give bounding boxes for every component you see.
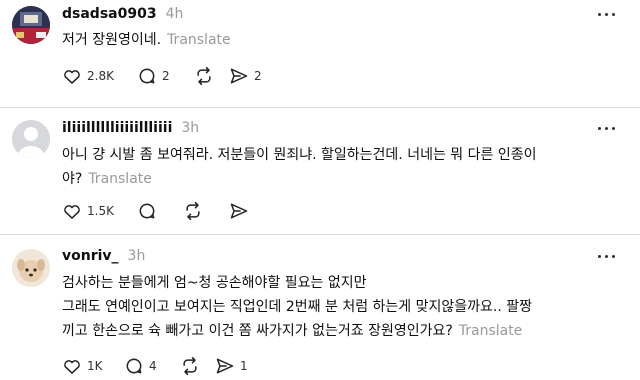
heart-icon — [64, 205, 80, 219]
timestamp: 4h — [165, 6, 184, 22]
repost-button[interactable] — [183, 200, 203, 222]
share-send-icon — [230, 68, 248, 84]
avatar[interactable] — [12, 6, 50, 44]
comment-bubble-icon — [139, 203, 155, 219]
username[interactable]: dsadsa0903 — [62, 6, 157, 22]
like-button[interactable]: 2.8K — [62, 65, 114, 87]
repost-icon — [186, 201, 200, 221]
post-header: dsadsa0903 4h — [62, 6, 183, 22]
share-button[interactable]: 2 — [229, 65, 262, 87]
timestamp: 3h — [127, 248, 146, 264]
post-text-line: 끼고 한손으로 슉 빼가고 이건 쫌 싸가지가 없는거죠 장원영인가요? — [62, 323, 453, 339]
post-text-line: 그래도 연예인이고 보여지는 직업인데 2번째 분 처럼 하는게 맞지않을까요.… — [62, 299, 533, 315]
more-options-icon[interactable] — [598, 124, 618, 134]
post-item: dsadsa0903 4h 저거 장원영이네. Translate 2.8K 2 2 — [0, 0, 640, 110]
share-count: 2 — [254, 69, 262, 83]
comment-button[interactable]: 4 — [124, 355, 157, 377]
username[interactable]: vonriv_ — [62, 248, 119, 264]
share-button[interactable] — [229, 200, 249, 222]
comment-bubble-icon — [139, 68, 155, 84]
post-text-line: 검사하는 분들에게 엄~청 공손해야할 필요는 없지만 — [62, 275, 367, 291]
like-count: 2.8K — [87, 69, 114, 83]
share-send-icon — [230, 203, 248, 219]
post-text: 검사하는 분들에게 엄~청 공손해야할 필요는 없지만 그래도 연예인이고 보여… — [62, 271, 532, 343]
avatar[interactable] — [12, 120, 50, 158]
more-options-icon[interactable] — [598, 252, 618, 262]
comment-bubble-icon — [126, 358, 142, 374]
comment-button[interactable]: 2 — [137, 65, 170, 87]
like-button[interactable]: 1K — [62, 355, 103, 377]
share-send-icon — [216, 358, 234, 374]
post-header: iliiilllllliiiiillliiii 3h — [62, 120, 199, 136]
timestamp: 3h — [181, 120, 200, 136]
repost-button[interactable] — [180, 355, 200, 377]
comment-count: 4 — [149, 359, 157, 373]
share-count: 1 — [240, 359, 248, 373]
post-header: vonriv_ 3h — [62, 248, 145, 264]
post-text: 아니 걍 시발 좀 보여줘라. 저분들이 뭔죄냐. 할일하는건데. 너네는 뭐 … — [62, 143, 536, 191]
translate-link[interactable]: Translate — [167, 32, 231, 48]
like-count: 1.5K — [87, 204, 114, 218]
more-options-icon[interactable] — [598, 10, 618, 20]
share-button[interactable]: 1 — [215, 355, 248, 377]
like-count: 1K — [87, 359, 103, 373]
post-item: vonriv_ 3h 검사하는 분들에게 엄~청 공손해야할 필요는 없지만 그래… — [0, 235, 640, 380]
repost-icon — [183, 356, 197, 376]
username[interactable]: iliiilllllliiiiillliiii — [62, 120, 172, 136]
post-text-line: 야? — [62, 171, 83, 187]
repost-icon — [197, 66, 211, 86]
post-text: 저거 장원영이네. Translate — [62, 28, 231, 52]
like-button[interactable]: 1.5K — [62, 200, 114, 222]
post-text-line: 아니 걍 시발 좀 보여줘라. 저분들이 뭔죄냐. 할일하는건데. 너네는 뭐 … — [62, 147, 537, 163]
post-item: iliiilllllliiiiillliiii 3h 아니 걍 시발 좀 보여줘라… — [0, 108, 640, 232]
avatar[interactable] — [12, 249, 50, 287]
post-text-line: 저거 장원영이네. — [62, 32, 162, 48]
translate-link[interactable]: Translate — [459, 323, 523, 339]
translate-link[interactable]: Translate — [88, 171, 152, 187]
comment-count: 2 — [162, 69, 170, 83]
heart-icon — [64, 70, 80, 84]
repost-button[interactable] — [194, 65, 214, 87]
heart-icon — [64, 360, 80, 374]
comment-button[interactable] — [137, 200, 157, 222]
